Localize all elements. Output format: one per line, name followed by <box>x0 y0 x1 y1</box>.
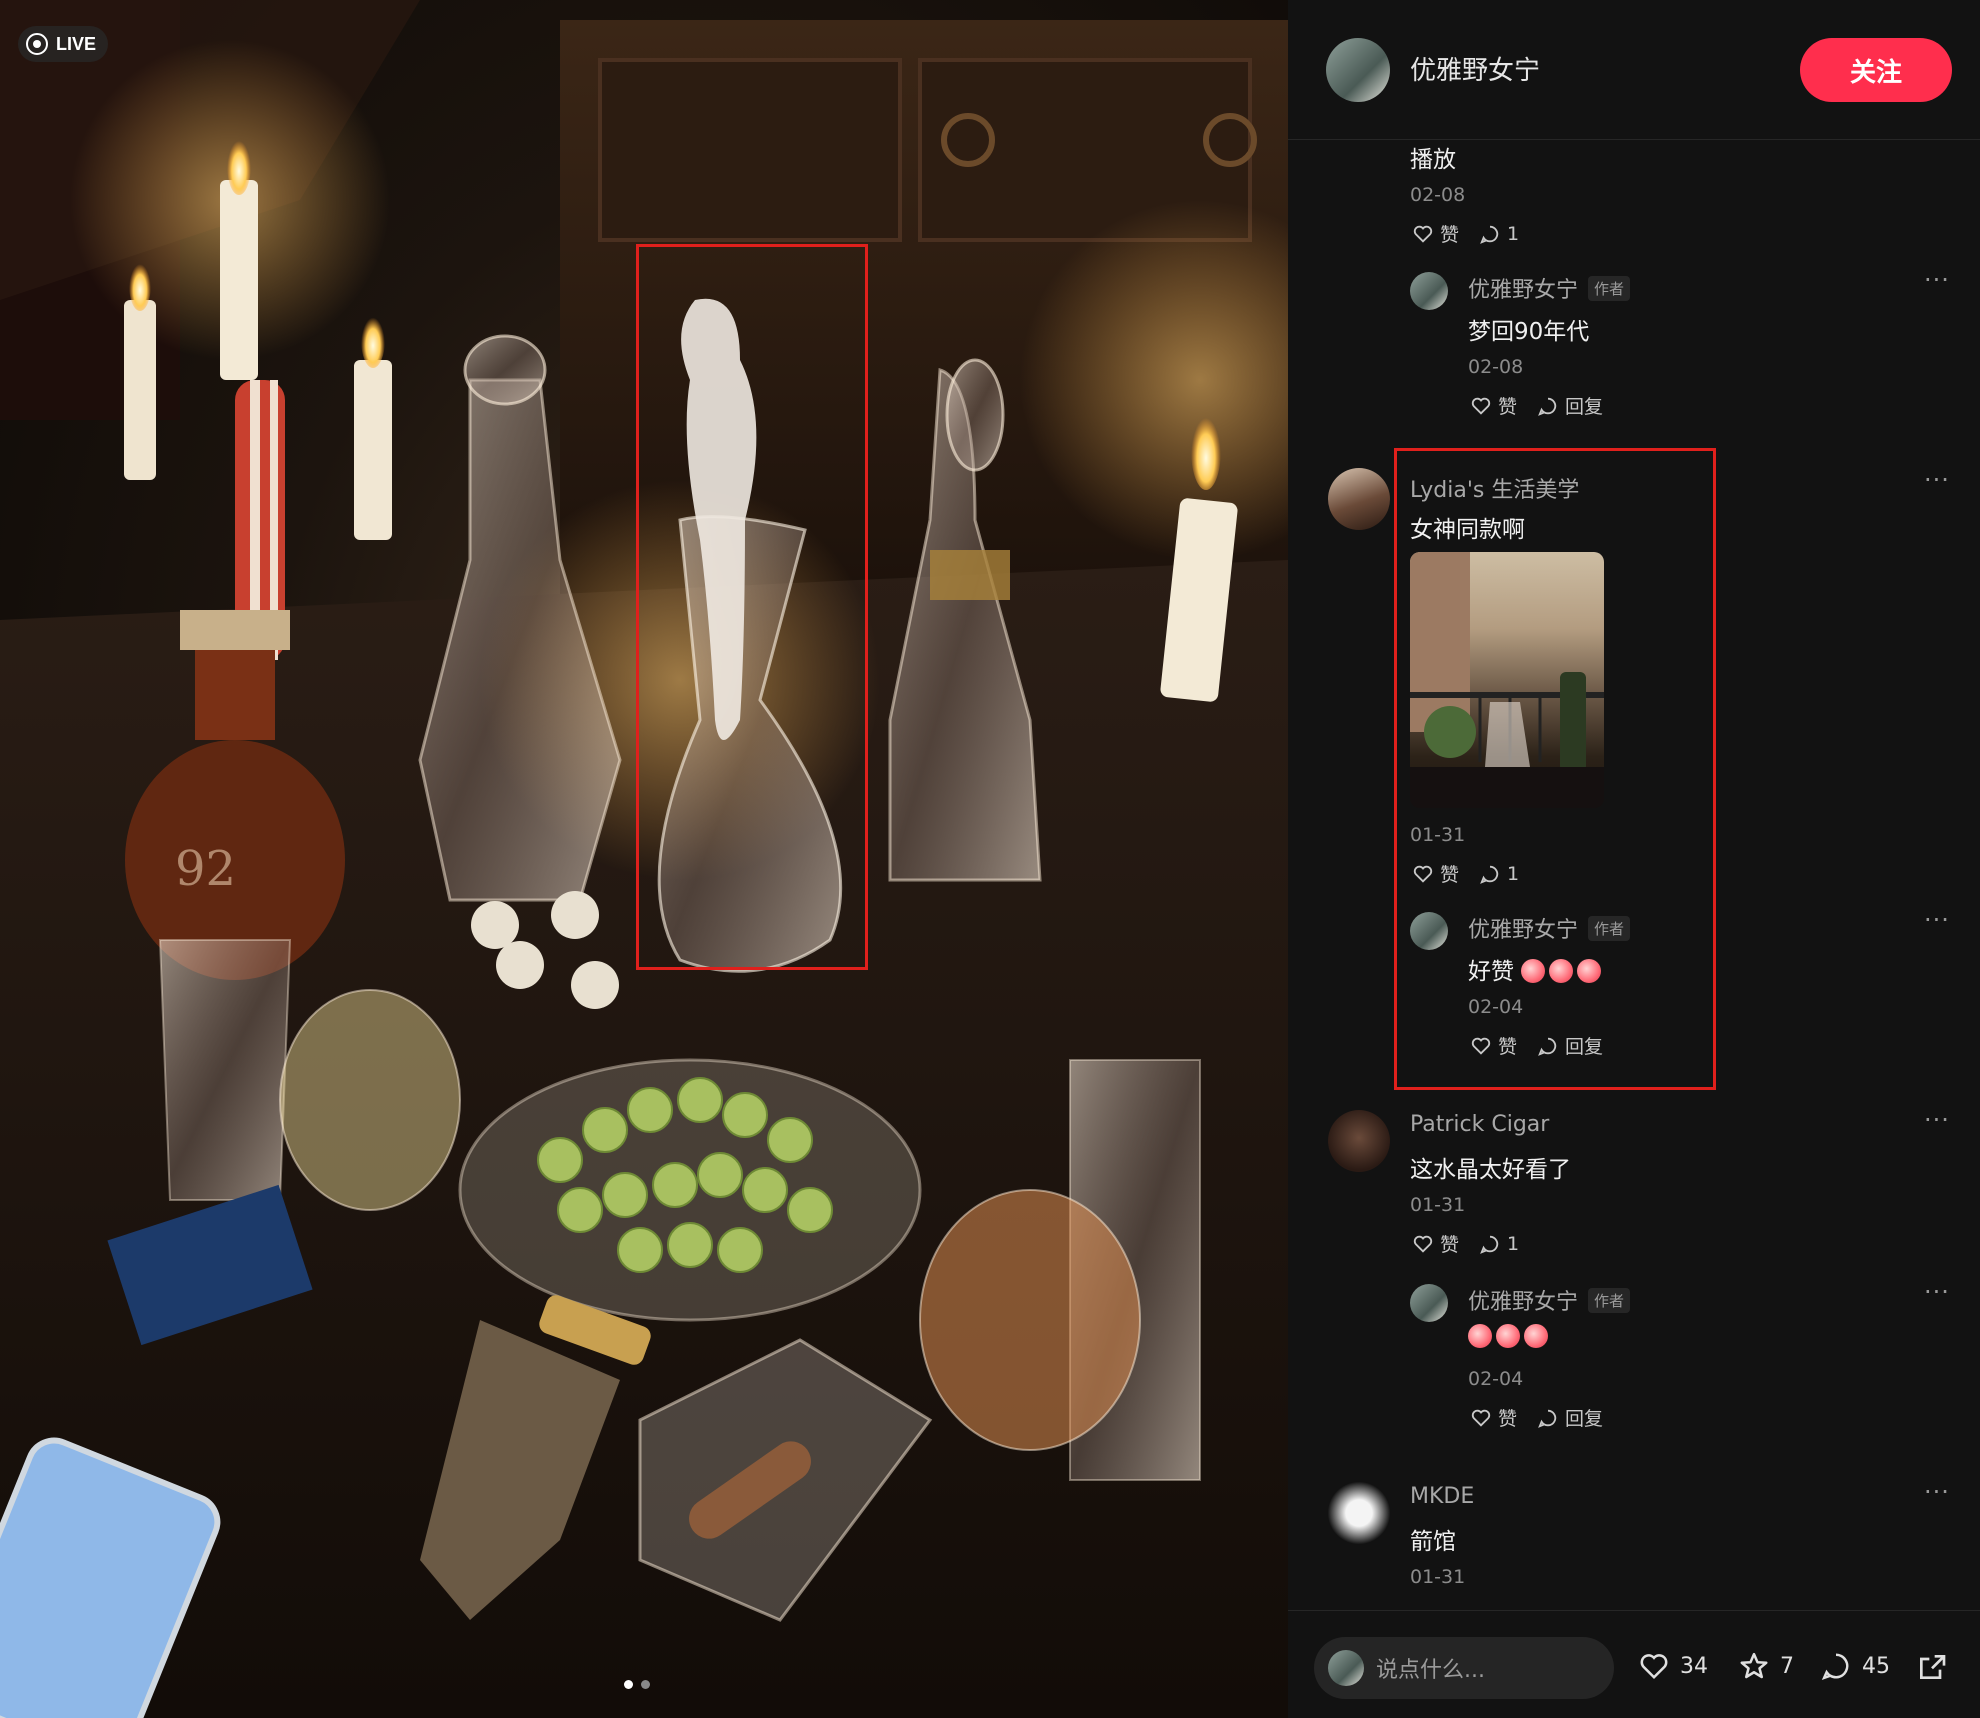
comment-date: 01-31 <box>1410 1566 1466 1588</box>
reply-count: 1 <box>1507 222 1520 245</box>
comment-count: 45 <box>1862 1653 1890 1679</box>
reply-count: 1 <box>1507 1232 1520 1255</box>
author-tag: 作者 <box>1588 1288 1631 1313</box>
reply-header: 优雅野女宁 作者 <box>1468 1284 1631 1316</box>
my-avatar <box>1328 1650 1364 1686</box>
post-photo[interactable]: 92 LIVE <box>0 0 1288 1718</box>
commenter-avatar[interactable] <box>1328 1482 1390 1544</box>
like-button[interactable]: 赞 <box>1470 392 1517 419</box>
comment-text: 箭馆 <box>1410 1529 1456 1555</box>
heart-icon <box>1413 1235 1433 1253</box>
peach-emoji-icon <box>1468 1324 1492 1348</box>
comment-list[interactable]: 播放 02-08 赞 1 优雅野女宁作者 ··· 梦回90年代 02-08 赞 <box>1288 140 1980 1610</box>
reply-text: 梦回90年代 <box>1468 319 1590 345</box>
image-pager[interactable] <box>624 1680 650 1689</box>
like-label: 赞 <box>1498 396 1518 418</box>
highlight-box-decanter <box>636 244 868 970</box>
like-button[interactable]: 赞 <box>1412 220 1459 247</box>
commenter-avatar[interactable] <box>1328 1110 1390 1172</box>
reply-button[interactable]: 1 <box>1479 223 1519 245</box>
author-header: 优雅野女宁 关注 <box>1288 0 1980 140</box>
reply-actions: 赞 回复 <box>1470 392 1603 419</box>
like-label: 赞 <box>1440 224 1460 246</box>
share-button[interactable] <box>1916 1651 1948 1683</box>
comment-icon <box>1538 1409 1557 1428</box>
share-icon <box>1920 1655 1946 1679</box>
like-label: 赞 <box>1440 1234 1460 1256</box>
star-count: 7 <box>1780 1653 1794 1679</box>
comment-panel: 优雅野女宁 关注 播放 02-08 赞 1 优雅野女宁 作者 ··· 梦回90年代… <box>1288 0 1980 1718</box>
commenter-avatar[interactable] <box>1328 468 1390 530</box>
follow-button[interactable]: 关注 <box>1800 38 1952 102</box>
reply-text-line <box>1468 1324 1552 1350</box>
reply-author[interactable]: 优雅野女宁 <box>1468 1290 1578 1315</box>
bottom-bar: 说点什么... 34 7 45 <box>1288 1610 1980 1718</box>
heart-icon <box>1471 1409 1491 1427</box>
author-name[interactable]: 优雅野女宁 <box>1410 50 1540 87</box>
pager-dot-1[interactable] <box>624 1680 633 1689</box>
bottle-number: 92 <box>175 841 236 897</box>
more-options-icon[interactable]: ··· <box>1924 466 1950 494</box>
comment-actions: 赞 1 <box>1412 220 1519 247</box>
comment-date: 01-31 <box>1410 1194 1466 1216</box>
comment-stat[interactable]: 45 <box>1820 1651 1890 1681</box>
reply-avatar[interactable] <box>1410 272 1448 310</box>
reply-button[interactable]: 1 <box>1479 1233 1519 1255</box>
live-badge[interactable]: LIVE <box>18 26 109 62</box>
reply-header: 优雅野女宁 作者 <box>1468 272 1631 304</box>
more-options-icon[interactable]: ··· <box>1924 906 1950 934</box>
author-tag: 作者 <box>1588 276 1631 301</box>
reply-button[interactable]: 回复 <box>1537 392 1603 419</box>
commenter-name[interactable]: Patrick Cigar <box>1410 1112 1549 1137</box>
reply-avatar[interactable] <box>1410 1284 1448 1322</box>
comment-icon <box>1538 397 1557 416</box>
commenter-name[interactable]: MKDE <box>1410 1484 1474 1509</box>
collect-stat[interactable]: 7 <box>1738 1651 1794 1681</box>
comment-input[interactable]: 说点什么... <box>1314 1637 1614 1699</box>
like-stat[interactable]: 34 <box>1638 1651 1708 1681</box>
reply-label: 回复 <box>1565 1408 1604 1430</box>
comment-date: 02-08 <box>1410 184 1466 206</box>
like-label: 赞 <box>1498 1408 1518 1430</box>
comment-icon <box>1821 1653 1849 1680</box>
heart-icon <box>1640 1654 1668 1680</box>
reply-actions: 赞 回复 <box>1470 1404 1603 1431</box>
heart-icon <box>1471 397 1491 415</box>
like-button[interactable]: 赞 <box>1470 1404 1517 1431</box>
pager-dot-2[interactable] <box>641 1680 650 1689</box>
reply-author[interactable]: 优雅野女宁 <box>1468 278 1578 303</box>
reply-label: 回复 <box>1565 396 1604 418</box>
more-options-icon[interactable]: ··· <box>1924 1106 1950 1134</box>
reply-button[interactable]: 回复 <box>1537 1404 1603 1431</box>
peach-emoji-icon <box>1496 1324 1520 1348</box>
like-button[interactable]: 赞 <box>1412 1230 1459 1257</box>
live-label: LIVE <box>56 33 97 54</box>
comment-text: 播放 <box>1410 147 1456 173</box>
peach-emoji-icon <box>1524 1324 1548 1348</box>
comment-text: 这水晶太好看了 <box>1410 1157 1571 1183</box>
comment-icon <box>1480 1235 1499 1254</box>
more-options-icon[interactable]: ··· <box>1924 1278 1950 1306</box>
reply-date: 02-08 <box>1468 356 1524 378</box>
highlight-box-comment <box>1394 448 1716 1090</box>
comment-actions: 赞 1 <box>1412 1230 1519 1257</box>
reply-date: 02-04 <box>1468 1368 1524 1390</box>
author-avatar[interactable] <box>1326 38 1390 102</box>
heart-icon <box>1413 225 1433 243</box>
live-icon <box>26 33 48 55</box>
more-options-icon[interactable]: ··· <box>1924 266 1950 294</box>
like-count: 34 <box>1680 1653 1708 1679</box>
comment-input-placeholder: 说点什么... <box>1376 1658 1485 1683</box>
more-options-icon[interactable]: ··· <box>1924 1478 1950 1506</box>
comment-icon <box>1480 225 1499 244</box>
star-icon <box>1740 1652 1768 1679</box>
